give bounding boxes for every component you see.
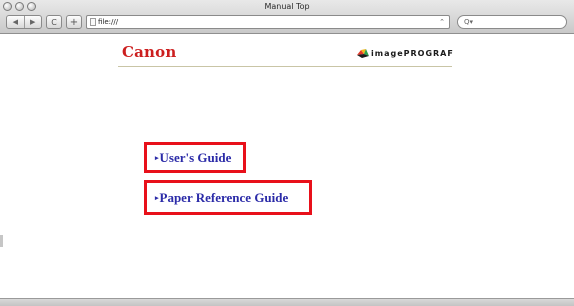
window-edge-marker [0, 235, 3, 247]
paper-reference-guide-link[interactable]: ▸ Paper Reference Guide [155, 190, 288, 206]
browser-toolbar: Manual Top ◀ ▶ C + file:/// ⌃ Q▾ [0, 0, 574, 34]
search-icon: Q▾ [464, 18, 474, 26]
users-guide-label: User's Guide [159, 149, 232, 165]
back-forward-buttons: ◀ ▶ [6, 15, 42, 29]
bullet-arrow-icon: ▸ [155, 153, 159, 162]
address-bar[interactable]: file:/// ⌃ [86, 15, 450, 29]
reload-icon: C [51, 17, 57, 27]
bullet-arrow-icon: ▸ [155, 193, 159, 202]
forward-arrow-icon[interactable]: ▶ [24, 18, 41, 26]
imageprograf-logo-text: imagePROGRAF [371, 49, 454, 58]
users-guide-highlight: ▸ User's Guide [144, 142, 246, 173]
status-bar [0, 298, 574, 306]
add-bookmark-button[interactable]: + [66, 15, 82, 29]
chevron-up-icon[interactable]: ⌃ [439, 18, 445, 26]
canon-logo: Canon [122, 43, 177, 61]
imageprograf-logo: imagePROGRAF [356, 48, 454, 59]
page-icon [90, 18, 96, 26]
users-guide-link[interactable]: ▸ User's Guide [155, 150, 231, 166]
paper-reference-guide-label: Paper Reference Guide [159, 189, 289, 205]
browser-window: Manual Top ◀ ▶ C + file:/// ⌃ Q▾ Canon i… [0, 0, 574, 306]
header-divider [118, 66, 452, 67]
back-arrow-icon[interactable]: ◀ [7, 18, 24, 26]
reload-button[interactable]: C [46, 15, 62, 29]
url-text: file:/// [98, 18, 119, 26]
search-field[interactable]: Q▾ [457, 15, 567, 29]
imageprograf-mark-icon [357, 49, 369, 58]
window-title: Manual Top [264, 2, 310, 11]
plus-icon: + [69, 16, 79, 28]
paper-reference-guide-highlight: ▸ Paper Reference Guide [144, 180, 312, 215]
